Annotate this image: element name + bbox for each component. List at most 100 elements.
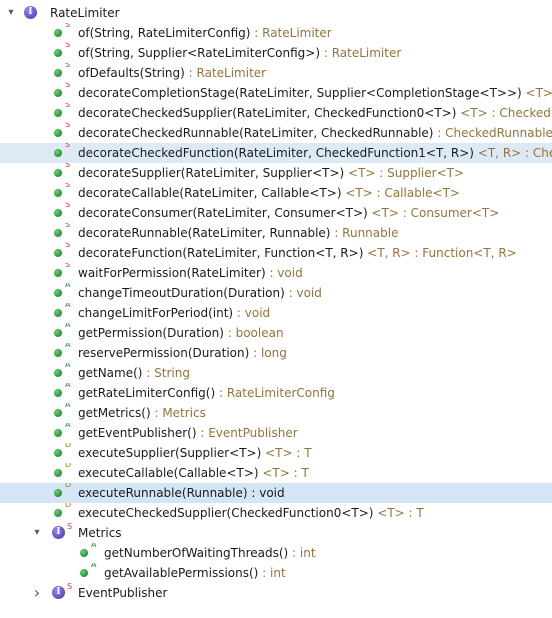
- tree-node-label: changeTimeoutDuration(Duration) : void: [78, 283, 322, 303]
- signature-text: EventPublisher: [78, 586, 168, 600]
- tree-node-interface[interactable]: ▾ I S Metrics: [0, 523, 552, 543]
- tree-node-method[interactable]: SdecorateCheckedRunnable(RateLimiter, Ch…: [0, 123, 552, 143]
- tree-node-label: getNumberOfWaitingThreads() : int: [104, 543, 316, 563]
- tree-node-label: decorateCheckedRunnable(RateLimiter, Che…: [78, 123, 552, 143]
- tree-node-label: getEventPublisher() : EventPublisher: [78, 423, 298, 443]
- signature-text: getRateLimiterConfig(): [78, 386, 216, 400]
- public-method-icon: A: [54, 283, 74, 303]
- return-type-text: : RateLimiter: [320, 46, 402, 60]
- tree-node-method[interactable]: SofDefaults(String) : RateLimiter: [0, 63, 552, 83]
- abstract-modifier-icon: A: [65, 383, 71, 389]
- signature-text: of(String, Supplier<RateLimiterConfig>): [78, 46, 321, 60]
- tree-node-method[interactable]: AreservePermission(Duration) : long: [0, 343, 552, 363]
- expand-caret-icon[interactable]: ▾: [30, 523, 44, 543]
- tree-node-method[interactable]: AgetRateLimiterConfig() : RateLimiterCon…: [0, 383, 552, 403]
- abstract-modifier-icon: A: [65, 363, 71, 369]
- tree-node-method[interactable]: SdecorateCallable(RateLimiter, Callable<…: [0, 183, 552, 203]
- tree-node-method[interactable]: DexecuteRunnable(Runnable) : void: [0, 483, 552, 503]
- public-method-icon: A: [54, 383, 74, 403]
- interface-icon: IS: [52, 583, 72, 603]
- public-method-icon: S: [54, 103, 74, 123]
- tree-node-label: EventPublisher: [78, 583, 167, 603]
- public-method-icon: S: [54, 203, 74, 223]
- return-type-text: <T> : T: [261, 446, 312, 460]
- return-type-text: <T> : T: [258, 466, 309, 480]
- tree-node-method[interactable]: DexecuteCallable(Callable<T>) <T> : T: [0, 463, 552, 483]
- default-modifier-icon: D: [65, 503, 72, 509]
- tree-node-method[interactable]: SdecorateSupplier(RateLimiter, Supplier<…: [0, 163, 552, 183]
- tree-node-method[interactable]: AchangeTimeoutDuration(Duration) : void: [0, 283, 552, 303]
- static-modifier-icon: S: [67, 523, 73, 531]
- signature-text: executeSupplier(Supplier<T>): [78, 446, 262, 460]
- return-type-text: <T> : T: [373, 506, 424, 520]
- tree-node-interface[interactable]: ▾ I RateLimiter: [0, 3, 552, 23]
- signature-text: decorateCallable(RateLimiter, Callable<T…: [78, 186, 342, 200]
- tree-node-label: executeRunnable(Runnable) : void: [78, 483, 285, 503]
- tree-node-method[interactable]: AgetNumberOfWaitingThreads() : int: [0, 543, 552, 563]
- public-method-icon: S: [54, 183, 74, 203]
- tree-node-method[interactable]: AgetAvailablePermissions() : int: [0, 563, 552, 583]
- return-type-text: : boolean: [223, 326, 284, 340]
- collapse-caret-icon[interactable]: ›: [30, 583, 44, 603]
- signature-text: decorateFunction(RateLimiter, Function<T…: [78, 246, 364, 260]
- static-modifier-icon: S: [65, 243, 71, 249]
- outline-tree[interactable]: ▾ I RateLimiter Sof(String, RateLimiterConf…: [0, 0, 552, 618]
- return-type-text: <T> : Callable<T>: [341, 186, 460, 200]
- public-method-icon: S: [54, 83, 74, 103]
- public-method-icon: D: [54, 483, 74, 503]
- public-method-icon: S: [54, 123, 74, 143]
- tree-node-label: getPermission(Duration) : boolean: [78, 323, 284, 343]
- tree-node-interface[interactable]: › I S EventPublisher: [0, 583, 552, 603]
- tree-node-method[interactable]: SdecorateCheckedSupplier(RateLimiter, Ch…: [0, 103, 552, 123]
- public-method-icon: S: [54, 223, 74, 243]
- signature-text: reservePermission(Duration): [78, 346, 250, 360]
- signature-text: executeCheckedSupplier(CheckedFunction0<…: [78, 506, 374, 520]
- public-method-icon: D: [54, 463, 74, 483]
- tree-node-method[interactable]: AgetMetrics() : Metrics: [0, 403, 552, 423]
- tree-node-method[interactable]: Sof(String, RateLimiterConfig) : RateLim…: [0, 23, 552, 43]
- tree-node-label: decorateFunction(RateLimiter, Function<T…: [78, 243, 517, 263]
- tree-node-method[interactable]: SwaitForPermission(RateLimiter) : void: [0, 263, 552, 283]
- abstract-modifier-icon: A: [65, 283, 71, 289]
- return-type-text: <T> : Supplier<CompletionStage<T>>: [525, 86, 552, 100]
- abstract-modifier-icon: A: [65, 303, 71, 309]
- public-method-icon: S: [54, 143, 74, 163]
- expand-caret-icon[interactable]: ▾: [4, 3, 18, 23]
- return-type-text: : RateLimiter: [184, 66, 267, 80]
- tree-node-method[interactable]: AgetEventPublisher() : EventPublisher: [0, 423, 552, 443]
- tree-node-method[interactable]: SdecorateCheckedFunction(RateLimiter, Ch…: [0, 143, 552, 163]
- tree-node-method[interactable]: AchangeLimitForPeriod(int) : void: [0, 303, 552, 323]
- signature-text: waitForPermission(RateLimiter): [78, 266, 266, 280]
- tree-node-method[interactable]: AgetPermission(Duration) : boolean: [0, 323, 552, 343]
- tree-node-label: getRateLimiterConfig() : RateLimiterConf…: [78, 383, 335, 403]
- abstract-modifier-icon: A: [91, 543, 97, 549]
- return-type-text: : Metrics: [150, 406, 206, 420]
- return-type-text: <T, R> : CheckedFunction1<T, R>: [477, 146, 552, 160]
- signature-text: decorateCheckedFunction(RateLimiter, Che…: [78, 146, 474, 160]
- static-modifier-icon: S: [65, 43, 71, 49]
- signature-text: decorateCheckedSupplier(RateLimiter, Che…: [78, 106, 457, 120]
- signature-text: decorateCheckedRunnable(RateLimiter, Che…: [78, 126, 434, 140]
- signature-text: ofDefaults(String): [78, 66, 185, 80]
- tree-node-method[interactable]: SdecorateConsumer(RateLimiter, Consumer<…: [0, 203, 552, 223]
- signature-text: Metrics: [78, 526, 122, 540]
- tree-node-method[interactable]: Sof(String, Supplier<RateLimiterConfig>)…: [0, 43, 552, 63]
- static-modifier-icon: S: [65, 83, 71, 89]
- tree-node-label: getName() : String: [78, 363, 190, 383]
- return-type-text: : void: [284, 286, 322, 300]
- public-method-icon: S: [54, 163, 74, 183]
- tree-node-method[interactable]: DexecuteSupplier(Supplier<T>) <T> : T: [0, 443, 552, 463]
- tree-node-method[interactable]: AgetName() : String: [0, 363, 552, 383]
- tree-node-method[interactable]: SdecorateCompletionStage(RateLimiter, Su…: [0, 83, 552, 103]
- signature-text: getNumberOfWaitingThreads(): [104, 546, 289, 560]
- signature-text: getPermission(Duration): [78, 326, 224, 340]
- return-type-text: : CheckedRunnable: [433, 126, 552, 140]
- tree-node-label: Metrics: [78, 523, 122, 543]
- tree-node-label: ofDefaults(String) : RateLimiter: [78, 63, 266, 83]
- tree-node-label: decorateConsumer(RateLimiter, Consumer<T…: [78, 203, 499, 223]
- tree-node-method[interactable]: SdecorateFunction(RateLimiter, Function<…: [0, 243, 552, 263]
- return-type-text: <T> : CheckedFunction0<T>: [460, 106, 552, 120]
- static-modifier-icon: S: [65, 103, 71, 109]
- tree-node-method[interactable]: SdecorateRunnable(RateLimiter, Runnable)…: [0, 223, 552, 243]
- tree-node-method[interactable]: DexecuteCheckedSupplier(CheckedFunction0…: [0, 503, 552, 523]
